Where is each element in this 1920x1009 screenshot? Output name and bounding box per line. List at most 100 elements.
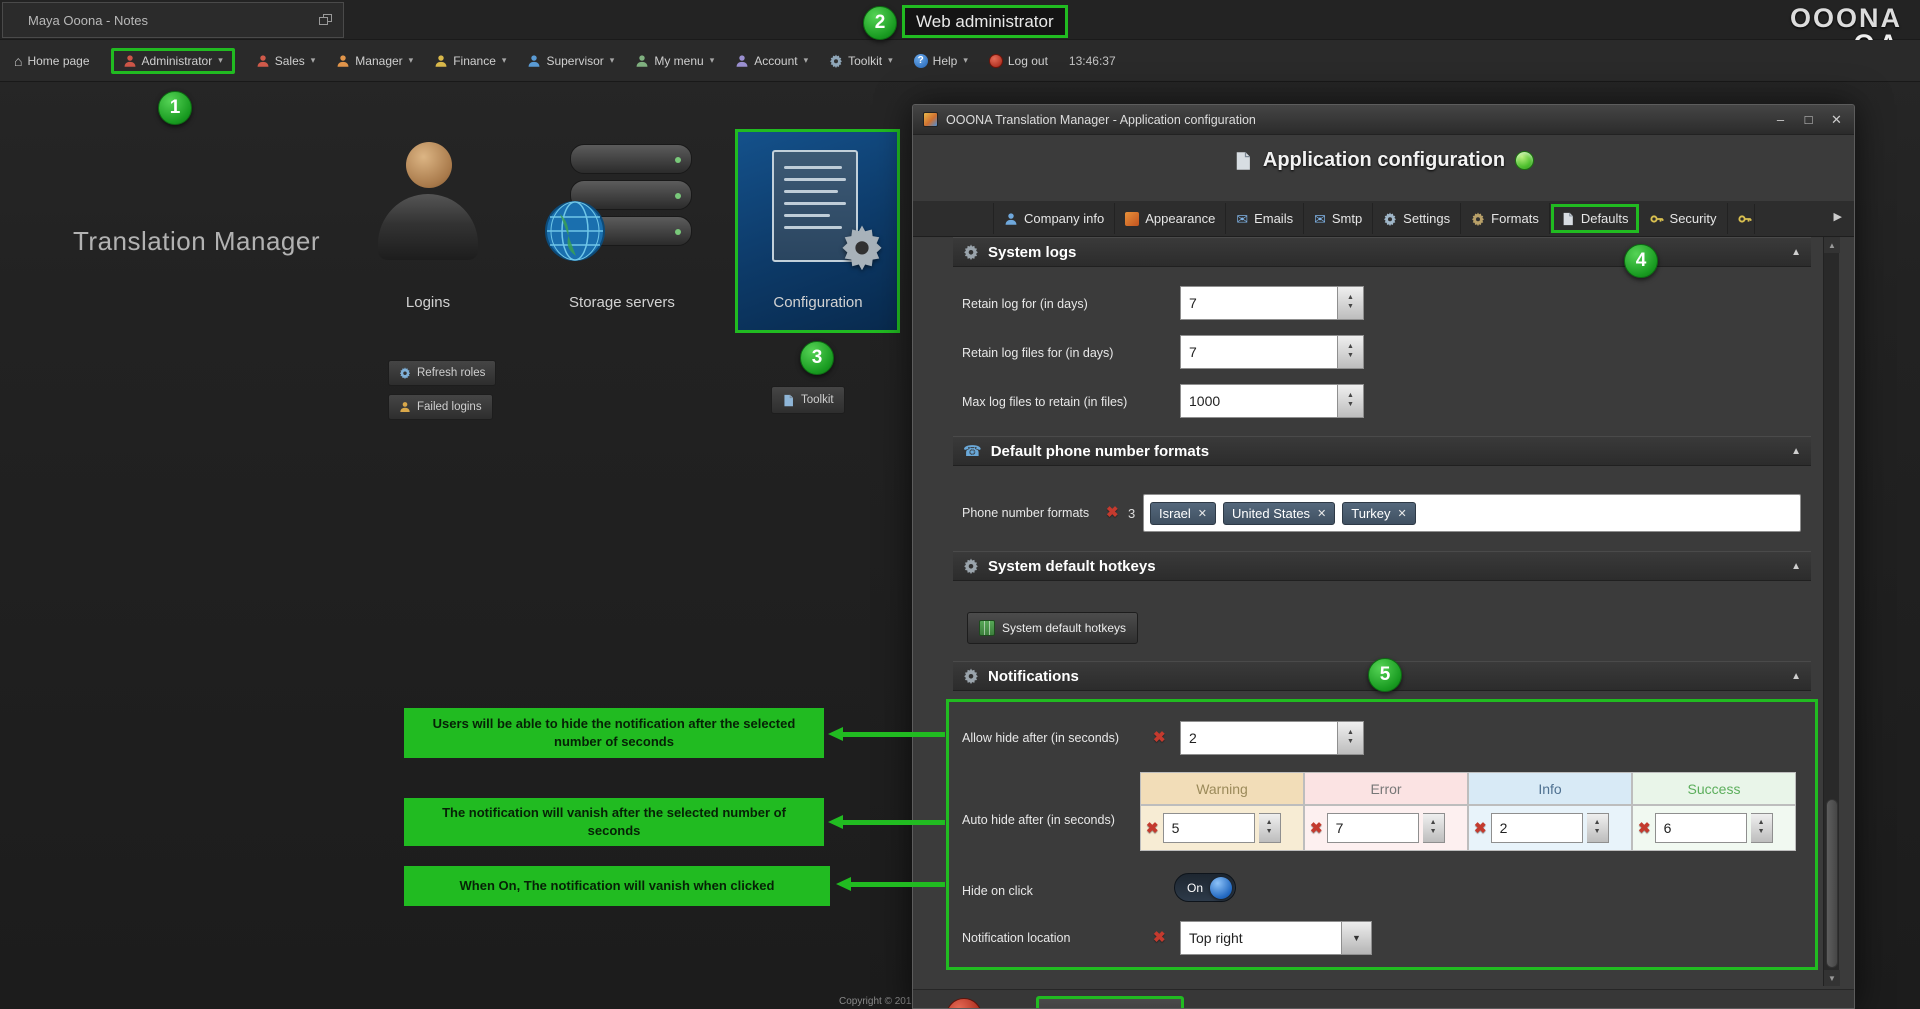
notes-window-tab[interactable]: Maya Ooona - Notes (2, 2, 344, 38)
menu-supervisor[interactable]: Supervisor ▾ (527, 54, 614, 68)
spinner-control[interactable]: ▲▼ (1338, 286, 1364, 320)
auto-hide-warning-input[interactable] (1163, 813, 1255, 843)
tab-emails[interactable]: ✉ Emails (1226, 203, 1304, 234)
help-icon: ? (914, 54, 928, 68)
collapse-icon[interactable]: ▲ (1791, 671, 1801, 682)
dropdown-button[interactable]: ▼ (1342, 921, 1372, 955)
chevron-down-icon: ▾ (218, 55, 223, 66)
person-icon (256, 54, 270, 68)
section-hotkeys: System default hotkeys ▲ (953, 551, 1811, 581)
section-title: Notifications (988, 668, 1079, 685)
menu-label: Supervisor (546, 54, 603, 68)
person-icon (336, 54, 350, 68)
tile-logins[interactable] (368, 136, 488, 270)
menu-label: Log out (1008, 54, 1048, 68)
tab-scroll-right-icon[interactable]: ▶ (1834, 210, 1842, 223)
remove-tag-icon[interactable]: ✕ (1317, 507, 1326, 520)
spinner-control[interactable]: ▲▼ (1338, 335, 1364, 369)
modal-scrollbar[interactable]: ▲ ▼ (1823, 237, 1839, 986)
menu-sales[interactable]: Sales ▾ (256, 54, 316, 68)
button-label: Toolkit (801, 394, 834, 406)
menu-help[interactable]: ? Help ▾ (914, 54, 968, 68)
scroll-up-icon[interactable]: ▲ (1824, 237, 1840, 253)
clear-icon[interactable]: ✖ (1153, 730, 1166, 745)
close-button[interactable]: ✕ (1829, 112, 1844, 128)
collapse-icon[interactable]: ▲ (1791, 446, 1801, 457)
collapse-icon[interactable]: ▲ (1791, 247, 1801, 258)
tab-partial[interactable] (1728, 204, 1755, 234)
modal-titlebar[interactable]: OOONA Translation Manager - Application … (913, 105, 1854, 135)
minimize-button[interactable]: – (1773, 112, 1788, 128)
clear-icon[interactable]: ✖ (1153, 930, 1166, 945)
field-label: Retain log files for (in days) (962, 346, 1113, 360)
people-icon (1004, 212, 1018, 226)
allow-hide-after-input[interactable] (1180, 721, 1338, 755)
max-log-files-input[interactable] (1180, 384, 1338, 418)
menu-label: My menu (654, 54, 703, 68)
spinner-control[interactable]: ▲▼ (1259, 813, 1281, 843)
hide-on-click-toggle[interactable]: On (1174, 873, 1236, 902)
spinner-control[interactable]: ▲▼ (1338, 721, 1364, 755)
phone-formats-field[interactable]: Israel ✕ United States ✕ Turkey ✕ (1143, 494, 1801, 532)
menu-account[interactable]: Account ▾ (735, 54, 808, 68)
spinner-control[interactable]: ▲▼ (1751, 813, 1773, 843)
toolkit-button[interactable]: Toolkit (771, 386, 845, 414)
retain-log-days-input[interactable] (1180, 286, 1338, 320)
clear-icon[interactable]: ✖ (1310, 821, 1323, 836)
spinner-control[interactable]: ▲▼ (1338, 384, 1364, 418)
step-circle-2: 2 (863, 6, 897, 40)
brand-line1: OOONA (1790, 6, 1902, 32)
auto-hide-info-input[interactable] (1491, 813, 1583, 843)
tab-defaults[interactable]: Defaults (1551, 204, 1639, 233)
clear-icon[interactable]: ✖ (1106, 505, 1119, 520)
tile-configuration[interactable]: Configuration (735, 129, 900, 333)
system-default-hotkeys-button[interactable]: System default hotkeys (967, 612, 1138, 644)
server-disk-icon (570, 144, 692, 174)
refresh-roles-button[interactable]: Refresh roles (388, 360, 496, 386)
keyboard-icon (979, 620, 995, 636)
tab-smtp[interactable]: ✉ Smtp (1304, 203, 1373, 234)
save-button[interactable] (1036, 996, 1184, 1009)
auto-hide-success-input[interactable] (1655, 813, 1747, 843)
clear-icon[interactable]: ✖ (1474, 821, 1487, 836)
notification-location-input[interactable] (1180, 921, 1342, 955)
collapse-icon[interactable]: ▲ (1791, 561, 1801, 572)
field-label: Allow hide after (in seconds) (962, 731, 1119, 745)
restore-window-icon[interactable] (319, 14, 333, 26)
section-title: System default hotkeys (988, 558, 1156, 575)
toolkit-icon (782, 394, 795, 407)
tab-settings[interactable]: Settings (1373, 203, 1461, 234)
button-label: Failed logins (417, 401, 482, 413)
tab-security[interactable]: Security (1640, 203, 1728, 234)
cancel-button[interactable] (946, 998, 982, 1009)
main-menubar: ⌂ Home page Administrator ▾ Sales ▾ Mana… (0, 40, 1920, 82)
menu-log-out[interactable]: Log out (989, 54, 1048, 68)
menu-toolkit[interactable]: Toolkit ▾ (829, 54, 893, 68)
auto-hide-error-input[interactable] (1327, 813, 1419, 843)
retain-log-files-input[interactable] (1180, 335, 1338, 369)
menu-home-page[interactable]: ⌂ Home page (14, 54, 90, 68)
maximize-button[interactable]: □ (1801, 112, 1816, 128)
tab-formats[interactable]: Formats (1461, 203, 1550, 234)
gear-icon (963, 668, 979, 684)
tab-company-info[interactable]: Company info (993, 203, 1115, 234)
menu-my-menu[interactable]: My menu ▾ (635, 54, 714, 68)
remove-tag-icon[interactable]: ✕ (1198, 507, 1207, 520)
spinner-control[interactable]: ▲▼ (1423, 813, 1445, 843)
scrollbar-thumb[interactable] (1826, 799, 1838, 968)
tile-storage-servers[interactable] (548, 138, 696, 270)
annotation-callout-3: When On, The notification will vanish wh… (404, 866, 830, 906)
chevron-down-icon: ▾ (610, 55, 615, 66)
scroll-down-icon[interactable]: ▼ (1824, 970, 1840, 986)
spinner-control[interactable]: ▲▼ (1587, 813, 1609, 843)
menu-administrator[interactable]: Administrator ▾ (111, 48, 235, 74)
config-doc-icon (1233, 150, 1253, 172)
tab-label: Defaults (1581, 211, 1629, 226)
menu-manager[interactable]: Manager ▾ (336, 54, 413, 68)
menu-finance[interactable]: Finance ▾ (434, 54, 506, 68)
tab-appearance[interactable]: Appearance (1115, 203, 1226, 234)
clear-icon[interactable]: ✖ (1638, 821, 1651, 836)
failed-logins-button[interactable]: Failed logins (388, 394, 493, 420)
remove-tag-icon[interactable]: ✕ (1398, 507, 1407, 520)
clear-icon[interactable]: ✖ (1146, 821, 1159, 836)
